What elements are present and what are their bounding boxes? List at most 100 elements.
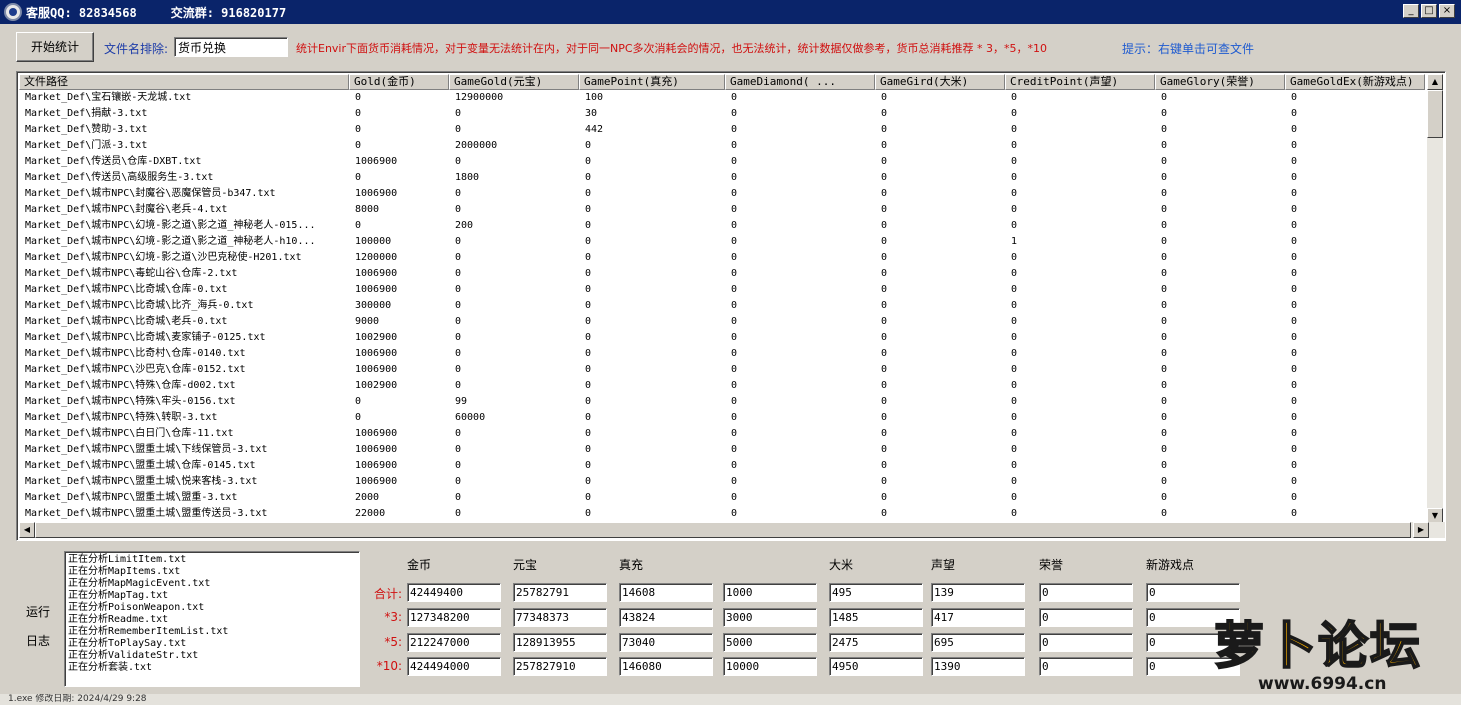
- column-header[interactable]: Gold(金币): [349, 74, 449, 90]
- table-row[interactable]: Market_Def\城市NPC\盟重土城\盟重传送员-3.txt 22000 0 0…: [19, 506, 1429, 522]
- column-header[interactable]: 文件路径: [19, 74, 349, 90]
- scroll-up-button[interactable]: ▲: [1427, 74, 1443, 90]
- horizontal-scroll-thumb[interactable]: [35, 522, 1411, 538]
- file-path-cell: Market_Def\城市NPC\盟重土城\悦来客栈-3.txt: [25, 476, 258, 487]
- value-cell: 1006900: [355, 444, 398, 455]
- summary-value-field[interactable]: 1390: [931, 657, 1025, 676]
- table-row[interactable]: Market_Def\城市NPC\盟重土城\盟重-3.txt 2000 0 0 0 0 0 0…: [19, 490, 1429, 506]
- value-cell: 0: [585, 396, 592, 407]
- table-header: 文件路径 Gold(金币) GameGold(元宝) GamePoint(真充) Gam…: [19, 74, 1425, 90]
- summary-value-field[interactable]: 0: [1039, 583, 1133, 602]
- value-cell: 0: [455, 492, 462, 503]
- summary-value-field[interactable]: 4950: [829, 657, 923, 676]
- table-row[interactable]: Market_Def\城市NPC\毒蛇山谷\仓库-2.txt 1006900 0 0 0…: [19, 266, 1429, 282]
- scroll-right-button[interactable]: ▶: [1413, 522, 1429, 538]
- value-cell: 0: [731, 156, 738, 167]
- summary-value-field[interactable]: 73040: [619, 633, 713, 652]
- table-row[interactable]: Market_Def\城市NPC\封魔谷\恶魔保管员-b347.txt 10069…: [19, 186, 1429, 202]
- column-header[interactable]: GameGird(大米): [875, 74, 1005, 90]
- vertical-scroll-thumb[interactable]: [1427, 90, 1443, 138]
- value-cell: 0: [731, 364, 738, 375]
- column-header[interactable]: GamePoint(真充): [579, 74, 725, 90]
- column-header[interactable]: CreditPoint(声望): [1005, 74, 1155, 90]
- close-button[interactable]: ×: [1439, 4, 1455, 18]
- summary-value-field[interactable]: 25782791: [513, 583, 607, 602]
- table-row[interactable]: Market_Def\传送员\仓库-DXBT.txt 1006900 0 0 0 0 0 0 0: [19, 154, 1429, 170]
- value-cell: 0: [1291, 300, 1298, 311]
- file-path-cell: Market_Def\城市NPC\比奇城\老兵-0.txt: [25, 316, 228, 327]
- table-row[interactable]: Market_Def\城市NPC\比奇城\比齐_海兵-0.txt 300000 0 0…: [19, 298, 1429, 314]
- table-row[interactable]: Market_Def\城市NPC\盟重土城\下线保管员-3.txt 1006900…: [19, 442, 1429, 458]
- table-row[interactable]: Market_Def\城市NPC\白日门\仓库-11.txt 1006900 0 0 0…: [19, 426, 1429, 442]
- summary-value-field[interactable]: 695: [931, 633, 1025, 652]
- value-cell: 0: [1291, 460, 1298, 471]
- table-row[interactable]: Market_Def\城市NPC\幻境-影之道\影之道_神秘老人-015... 0…: [19, 218, 1429, 234]
- table-row[interactable]: Market_Def\门派-3.txt 0 2000000 0 0 0 0 0 0: [19, 138, 1429, 154]
- table-row[interactable]: Market_Def\城市NPC\比奇村\仓库-0140.txt 1006900 0…: [19, 346, 1429, 362]
- table-row[interactable]: Market_Def\捐献-3.txt 0 0 30 0 0 0 0 0: [19, 106, 1429, 122]
- scroll-left-button[interactable]: ◀: [19, 522, 35, 538]
- run-log-textarea[interactable]: 正在分析LimitItem.txt 正在分析MapItems.txt 正在分析Map…: [64, 551, 360, 687]
- value-cell: 100: [585, 92, 604, 103]
- summary-value-field[interactable]: 127348200: [407, 608, 501, 627]
- table-row[interactable]: Market_Def\城市NPC\幻境-影之道\影之道_神秘老人-h10... 1…: [19, 234, 1429, 250]
- value-cell: 0: [455, 348, 462, 359]
- summary-value-field[interactable]: 257827910: [513, 657, 607, 676]
- table-row[interactable]: Market_Def\城市NPC\沙巴克\仓库-0152.txt 1006900 0…: [19, 362, 1429, 378]
- horizontal-scrollbar[interactable]: ◀ ▶: [19, 522, 1445, 538]
- summary-value-field[interactable]: 5000: [723, 633, 817, 652]
- summary-value-field[interactable]: 128913955: [513, 633, 607, 652]
- column-header[interactable]: GameGold(元宝): [449, 74, 579, 90]
- summary-value-field[interactable]: 212247000: [407, 633, 501, 652]
- table-row[interactable]: Market_Def\城市NPC\特殊\转职-3.txt 0 60000 0 0 0 0 0 0: [19, 410, 1429, 426]
- vertical-scrollbar[interactable]: ▲ ▼: [1427, 74, 1443, 524]
- value-cell: 0: [355, 172, 362, 183]
- value-cell: 0: [1291, 332, 1298, 343]
- summary-value-field[interactable]: 424494000: [407, 657, 501, 676]
- value-cell: 0: [881, 188, 888, 199]
- summary-value-field[interactable]: 417: [931, 608, 1025, 627]
- table-row[interactable]: Market_Def\城市NPC\幻境-影之道\沙巴克秘使-H201.txt 12…: [19, 250, 1429, 266]
- summary-value-field[interactable]: 42449400: [407, 583, 501, 602]
- start-statistics-button[interactable]: 开始统计: [16, 32, 94, 62]
- summary-value-field[interactable]: 10000: [723, 657, 817, 676]
- table-row[interactable]: Market_Def\城市NPC\比奇城\麦家铺子-0125.txt 100290…: [19, 330, 1429, 346]
- summary-value-field[interactable]: 0: [1039, 633, 1133, 652]
- table-row[interactable]: Market_Def\城市NPC\比奇城\老兵-0.txt 9000 0 0 0 0 0 0 0: [19, 314, 1429, 330]
- table-row[interactable]: Market_Def\城市NPC\比奇城\仓库-0.txt 1006900 0 0 0 0…: [19, 282, 1429, 298]
- summary-value-field[interactable]: 2475: [829, 633, 923, 652]
- table-row[interactable]: Market_Def\城市NPC\盟重土城\仓库-0145.txt 1006900…: [19, 458, 1429, 474]
- summary-value-field[interactable]: 139: [931, 583, 1025, 602]
- maximize-button[interactable]: □: [1421, 4, 1437, 18]
- summary-value-field[interactable]: 43824: [619, 608, 713, 627]
- value-cell: 0: [881, 108, 888, 119]
- column-header[interactable]: GameGlory(荣誉): [1155, 74, 1285, 90]
- table-row[interactable]: Market_Def\传送员\高级服务生-3.txt 0 1800 0 0 0 0 0 0: [19, 170, 1429, 186]
- summary-value-field[interactable]: 14608: [619, 583, 713, 602]
- table-row[interactable]: Market_Def\城市NPC\特殊\仓库-d002.txt 1002900 0 0…: [19, 378, 1429, 394]
- summary-value-field[interactable]: 1000: [723, 583, 817, 602]
- summary-value-field[interactable]: 495: [829, 583, 923, 602]
- table-row[interactable]: Market_Def\城市NPC\特殊\牢头-0156.txt 0 99 0 0 0 0 0 0: [19, 394, 1429, 410]
- value-cell: 0: [585, 380, 592, 391]
- summary-value-field[interactable]: 0: [1039, 657, 1133, 676]
- minimize-button[interactable]: _: [1403, 4, 1419, 18]
- log-line: 正在分析套装.txt: [68, 662, 153, 673]
- table-row[interactable]: Market_Def\赞助-3.txt 0 0 442 0 0 0 0 0: [19, 122, 1429, 138]
- table-row[interactable]: Market_Def\城市NPC\盟重土城\悦来客栈-3.txt 1006900 0…: [19, 474, 1429, 490]
- exclude-filename-input[interactable]: [174, 37, 288, 57]
- value-cell: 0: [1011, 316, 1018, 327]
- summary-value-field[interactable]: 3000: [723, 608, 817, 627]
- value-cell: 8000: [355, 204, 380, 215]
- value-cell: 0: [585, 476, 592, 487]
- value-cell: 0: [731, 140, 738, 151]
- summary-value-field[interactable]: 0: [1039, 608, 1133, 627]
- table-row[interactable]: Market_Def\城市NPC\封魔谷\老兵-4.txt 8000 0 0 0 0 0 0 0: [19, 202, 1429, 218]
- value-cell: 0: [731, 428, 738, 439]
- summary-value-field[interactable]: 146080: [619, 657, 713, 676]
- summary-value-field[interactable]: 1485: [829, 608, 923, 627]
- column-header[interactable]: GameDiamond( ...: [725, 74, 875, 90]
- column-header[interactable]: GameGoldEx(新游戏点): [1285, 74, 1425, 90]
- table-row[interactable]: Market_Def\宝石镶嵌-天龙城.txt 0 12900000 100 0 0 0 0 0: [19, 90, 1429, 106]
- summary-value-field[interactable]: 77348373: [513, 608, 607, 627]
